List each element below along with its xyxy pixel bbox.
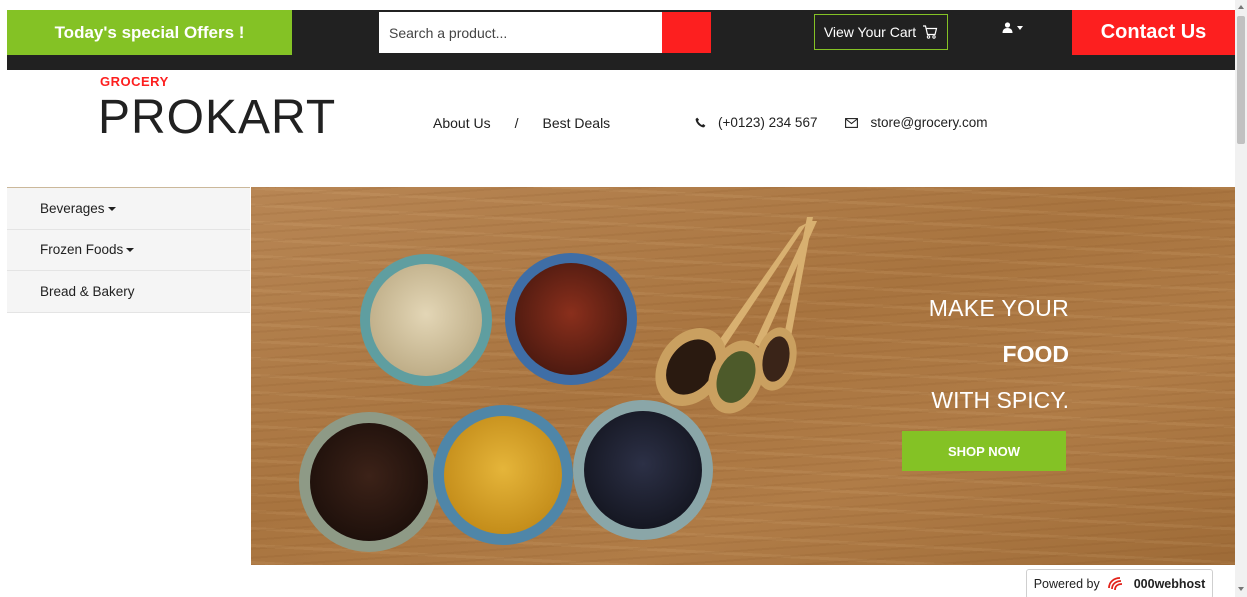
page: Today's special Offers ! View Your Cart … <box>0 0 1247 597</box>
powered-by-badge[interactable]: Powered by 000webhost <box>1026 569 1213 597</box>
phone-number: (+0123) 234 567 <box>718 115 818 130</box>
user-icon <box>1002 22 1013 33</box>
top-bar: Today's special Offers ! View Your Cart … <box>7 10 1235 70</box>
shop-now-button[interactable]: SHOP NOW <box>902 431 1066 471</box>
cart-icon <box>923 25 938 39</box>
user-menu[interactable] <box>1002 22 1023 33</box>
nav-separator: / <box>514 115 519 131</box>
main-nav: About Us / Best Deals <box>433 115 610 131</box>
search-button[interactable] <box>662 12 711 53</box>
scroll-down-arrow-icon[interactable] <box>1238 587 1244 591</box>
spice-bowls-illustration <box>299 217 817 552</box>
nav-about-us[interactable]: About Us <box>433 115 491 131</box>
sidebar-item-frozen-foods[interactable]: Frozen Foods <box>7 229 250 271</box>
view-cart-label: View Your Cart <box>823 24 917 40</box>
powered-by-prefix: Powered by <box>1033 577 1100 591</box>
hero-banner: MAKE YOUR FOOD WITH SPICY. SHOP NOW <box>251 187 1235 565</box>
view-cart-button[interactable]: View Your Cart <box>814 14 948 50</box>
contact-info: (+0123) 234 567 store@grocery.com <box>695 115 987 130</box>
webhost-logo-icon <box>1107 577 1122 591</box>
sidebar-item-beverages[interactable]: Beverages <box>7 188 250 230</box>
envelope-icon <box>845 117 859 128</box>
contact-us-label: Contact Us <box>1100 21 1207 43</box>
sidebar-item-label: Bread & Bakery <box>40 283 135 299</box>
nav-best-deals[interactable]: Best Deals <box>542 115 610 131</box>
contact-us-button[interactable]: Contact Us <box>1072 10 1235 55</box>
search-input[interactable] <box>379 12 662 53</box>
email-link[interactable]: store@grocery.com <box>870 115 987 130</box>
phone-icon <box>695 117 706 128</box>
banner-headline: MAKE YOUR FOOD WITH SPICY. <box>929 285 1069 423</box>
sidebar-item-label: Frozen Foods <box>40 242 124 258</box>
logo-tagline: GROCERY <box>100 74 169 89</box>
scrollbar-thumb[interactable] <box>1237 16 1245 144</box>
powered-by-brand: 000webhost <box>1133 577 1206 591</box>
special-offers-link[interactable]: Today's special Offers ! <box>7 10 292 55</box>
shop-now-label: SHOP NOW <box>948 443 1020 459</box>
special-offers-label: Today's special Offers ! <box>54 22 245 42</box>
scroll-up-arrow-icon[interactable] <box>1238 5 1244 9</box>
sidebar-item-bread-bakery[interactable]: Bread & Bakery <box>7 271 250 313</box>
sidebar-item-label: Beverages <box>40 200 105 216</box>
caret-down-icon <box>107 206 116 211</box>
banner-line-3: WITH SPICY. <box>931 387 1069 413</box>
banner-line-2: FOOD <box>1002 341 1069 367</box>
banner-line-1: MAKE YOUR <box>928 295 1069 321</box>
caret-down-icon <box>126 248 135 253</box>
page-scrollbar[interactable] <box>1235 0 1247 597</box>
category-sidebar: Beverages Frozen Foods Bread & Bakery <box>7 187 250 313</box>
chevron-down-icon <box>1017 25 1023 30</box>
site-logo[interactable]: PROKART <box>98 90 336 146</box>
